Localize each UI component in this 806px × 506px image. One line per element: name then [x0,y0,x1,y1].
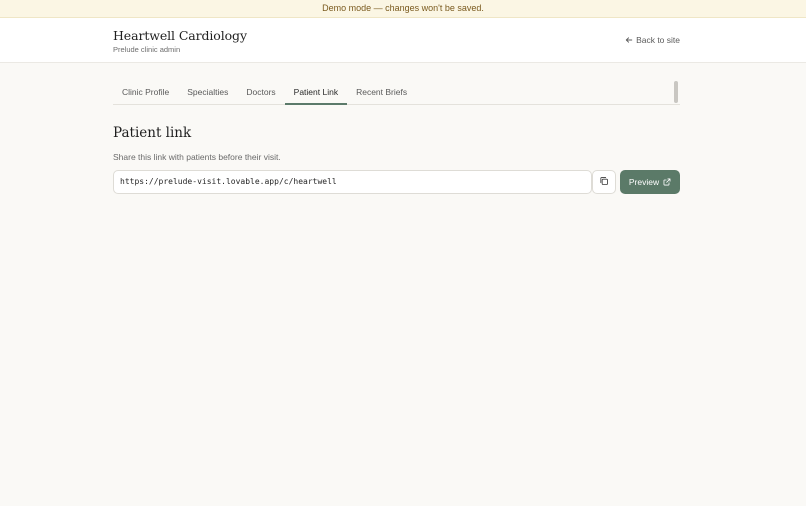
tab-patient-link[interactable]: Patient Link [284,80,348,105]
copy-icon [599,173,609,191]
preview-button[interactable]: Preview [620,170,680,194]
section-description: Share this link with patients before the… [113,152,281,162]
admin-header: Heartwell Cardiology Prelude clinic admi… [0,18,806,63]
tab-recent-briefs[interactable]: Recent Briefs [347,80,416,104]
demo-mode-text: Demo mode — changes won't be saved. [322,3,484,13]
arrow-left-icon [625,36,633,44]
external-link-icon [663,178,671,186]
tab-clinic-profile[interactable]: Clinic Profile [113,80,178,104]
section-title: Patient link [113,125,192,141]
copy-link-button[interactable] [592,170,616,194]
clinic-name: Heartwell Cardiology [113,28,247,43]
back-to-site-link[interactable]: Back to site [625,35,680,45]
tab-specialties[interactable]: Specialties [178,80,237,104]
brand: Heartwell Cardiology Prelude clinic admi… [113,28,247,55]
back-to-site-label: Back to site [636,35,680,45]
preview-label: Preview [628,177,660,187]
patient-link-input[interactable] [113,170,592,194]
tab-doctors[interactable]: Doctors [237,80,284,104]
demo-mode-banner: Demo mode — changes won't be saved. [0,0,806,18]
tabs-scrollbar[interactable] [674,81,678,103]
admin-subtitle: Prelude clinic admin [113,45,181,54]
admin-tabs: Clinic Profile Specialties Doctors Patie… [113,80,680,105]
